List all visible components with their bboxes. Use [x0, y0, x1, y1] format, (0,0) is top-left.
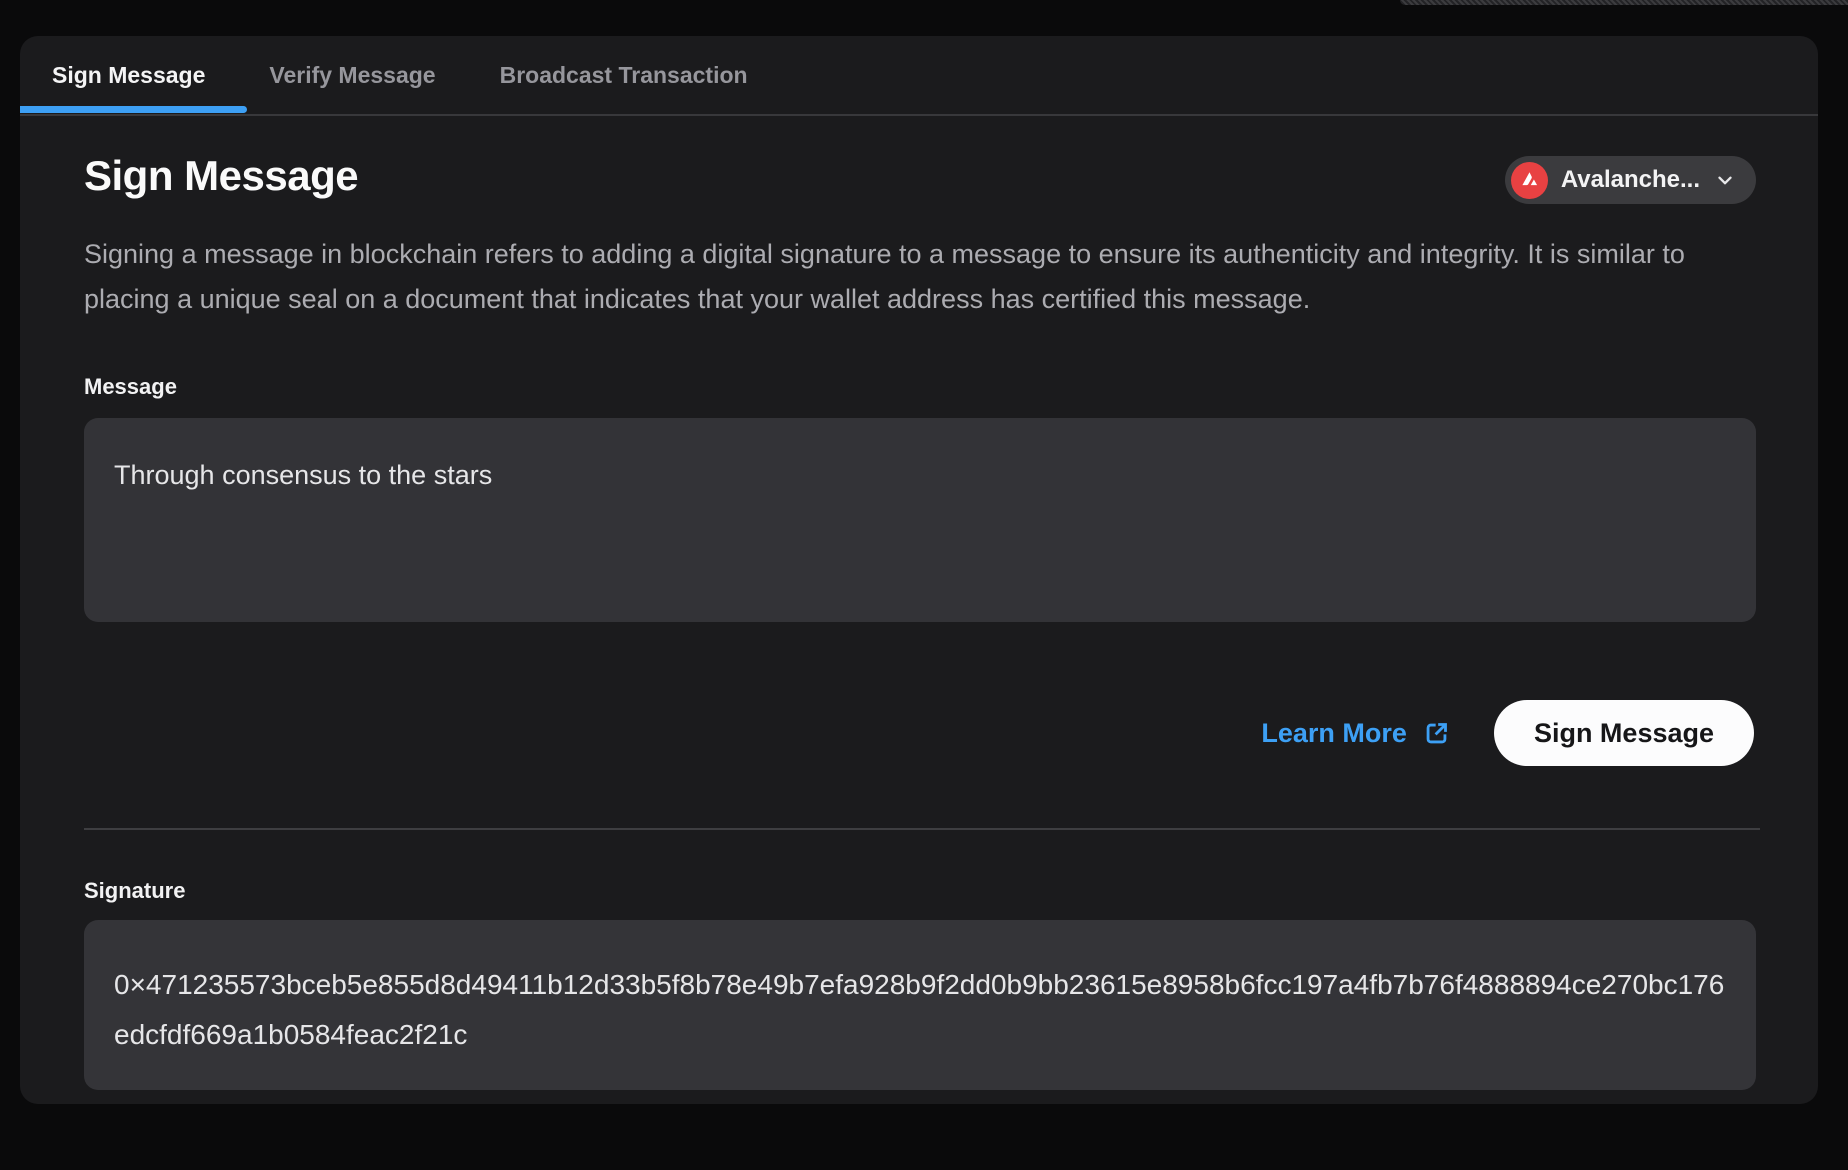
window-edge-fragment: [1400, 0, 1848, 5]
network-name-label: Avalanche...: [1561, 166, 1700, 194]
message-input[interactable]: Through consensus to the stars: [84, 418, 1756, 622]
section-divider: [84, 828, 1760, 830]
chevron-down-icon: [1714, 169, 1736, 191]
actions-row: Learn More Sign Message: [84, 700, 1756, 766]
learn-more-link[interactable]: Learn More: [1261, 718, 1450, 749]
learn-more-label: Learn More: [1261, 718, 1407, 749]
description-text: Signing a message in blockchain refers t…: [84, 232, 1734, 322]
page-title: Sign Message: [84, 152, 358, 200]
tab-verify-message[interactable]: Verify Message: [269, 62, 435, 89]
tab-broadcast-transaction[interactable]: Broadcast Transaction: [500, 62, 748, 89]
network-selector-dropdown[interactable]: Avalanche...: [1505, 156, 1756, 204]
active-tab-indicator: [20, 106, 247, 113]
tab-bar: Sign Message Verify Message Broadcast Tr…: [20, 36, 1818, 116]
signature-output: 0×471235573bceb5e855d8d49411b12d33b5f8b7…: [84, 920, 1756, 1090]
external-link-icon: [1423, 720, 1450, 747]
tab-sign-message[interactable]: Sign Message: [52, 62, 205, 89]
card-content: Sign Message Avalanche... Signing a mess…: [20, 116, 1818, 1090]
message-label: Message: [84, 374, 1756, 400]
sign-message-button[interactable]: Sign Message: [1494, 700, 1754, 766]
signature-label: Signature: [84, 878, 1756, 904]
sign-message-card: Sign Message Verify Message Broadcast Tr…: [20, 36, 1818, 1104]
avalanche-logo-icon: [1511, 162, 1548, 199]
heading-row: Sign Message Avalanche...: [84, 152, 1756, 204]
